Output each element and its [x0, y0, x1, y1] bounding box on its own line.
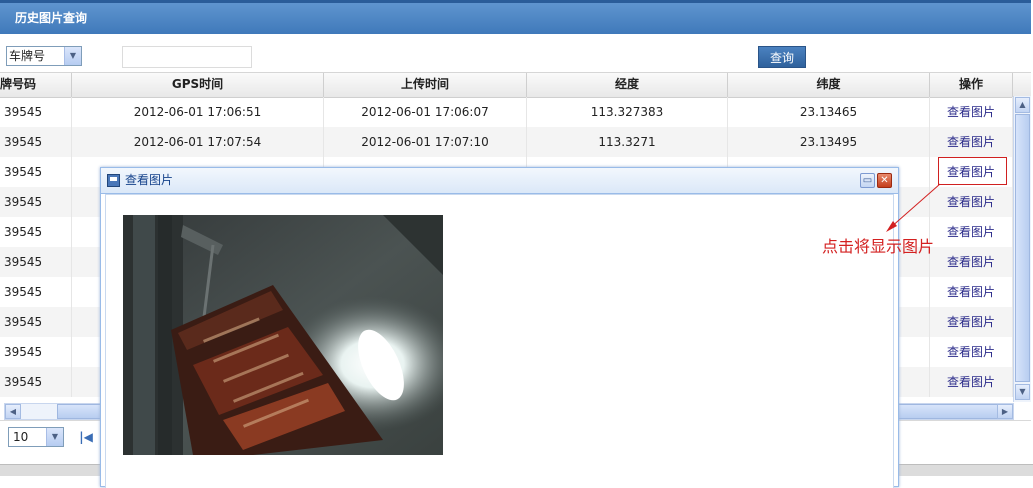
page-size-select[interactable]: 10 ▼: [8, 427, 64, 447]
view-image-link[interactable]: 查看图片: [930, 367, 1013, 397]
toolbar: 车牌号 ▼ 查询: [0, 34, 1031, 72]
cell-plate: 39545: [0, 97, 72, 127]
cell-plate: 39545: [0, 127, 72, 157]
col-header-latitude[interactable]: 纬度: [728, 73, 930, 97]
cell-plate: 39545: [0, 337, 72, 367]
panel-header: 历史图片查询: [0, 0, 1031, 34]
close-icon[interactable]: ✕: [877, 173, 892, 188]
cell-plate: 39545: [0, 307, 72, 337]
cell-latitude: 23.13495: [728, 127, 930, 157]
view-image-link[interactable]: 查看图片: [930, 127, 1013, 157]
scroll-left-icon[interactable]: ◀: [5, 404, 21, 419]
floppy-disk-icon: [107, 174, 120, 187]
cell-upload-time: 2012-06-01 17:06:07: [324, 97, 527, 127]
page-size-value: 10: [13, 430, 29, 444]
first-page-icon[interactable]: |◀: [78, 428, 94, 446]
field-select-value: 车牌号: [9, 49, 46, 63]
view-image-dialog: 查看图片 ▭ ✕: [100, 167, 899, 488]
col-header-upload-time[interactable]: 上传时间: [324, 73, 527, 97]
search-input[interactable]: [122, 46, 252, 68]
view-image-link[interactable]: 查看图片: [930, 247, 1013, 277]
col-header-longitude[interactable]: 经度: [527, 73, 728, 97]
view-image-link[interactable]: 查看图片: [930, 187, 1013, 217]
cell-plate: 39545: [0, 277, 72, 307]
view-image-link[interactable]: 查看图片: [930, 277, 1013, 307]
query-button[interactable]: 查询: [758, 46, 806, 68]
cell-gps-time: 2012-06-01 17:06:51: [72, 97, 324, 127]
cell-longitude: 113.3271: [527, 127, 728, 157]
col-header-plate[interactable]: 车牌号码: [0, 73, 72, 97]
view-image-link[interactable]: 查看图片: [930, 307, 1013, 337]
view-image-link[interactable]: 查看图片: [930, 97, 1013, 127]
cell-longitude: 113.327383: [527, 97, 728, 127]
annotation-text: 点击将显示图片: [822, 237, 935, 256]
col-header-action[interactable]: 操作: [930, 73, 1013, 97]
cell-upload-time: 2012-06-01 17:07:10: [324, 127, 527, 157]
view-image-link[interactable]: 查看图片: [930, 337, 1013, 367]
dialog-header[interactable]: 查看图片 ▭ ✕: [101, 168, 898, 194]
cell-latitude: 23.13465: [728, 97, 930, 127]
col-header-gps-time[interactable]: GPS时间: [72, 73, 324, 97]
highlight-box: [938, 157, 1007, 185]
chevron-down-icon[interactable]: ▼: [46, 428, 63, 446]
minimize-icon[interactable]: ▭: [860, 173, 875, 188]
cell-plate: 39545: [0, 157, 72, 187]
cell-plate: 39545: [0, 187, 72, 217]
grid-header: 车牌号码 GPS时间 上传时间 经度 纬度 操作: [0, 72, 1031, 98]
cell-plate: 39545: [0, 247, 72, 277]
scroll-right-icon[interactable]: ▶: [997, 404, 1013, 419]
cell-plate: 39545: [0, 217, 72, 247]
table-row[interactable]: 39545 2012-06-01 17:06:51 2012-06-01 17:06…: [0, 97, 1013, 127]
dialog-body: [105, 194, 894, 488]
panel-title: 历史图片查询: [15, 11, 88, 25]
dialog-title: 查看图片: [125, 173, 174, 187]
cell-gps-time: 2012-06-01 17:07:54: [72, 127, 324, 157]
vertical-scrollbar[interactable]: ▲ ▼: [1013, 96, 1031, 402]
cell-plate: 39545: [0, 367, 72, 397]
view-image-link[interactable]: 查看图片: [930, 217, 1013, 247]
table-row[interactable]: 39545 2012-06-01 17:07:54 2012-06-01 17:07…: [0, 127, 1013, 157]
field-select[interactable]: 车牌号 ▼: [6, 46, 82, 66]
vertical-scroll-thumb[interactable]: [1015, 114, 1030, 382]
chevron-down-icon[interactable]: ▼: [64, 47, 81, 65]
scroll-down-icon[interactable]: ▼: [1015, 384, 1030, 400]
camera-photo: [123, 215, 443, 455]
scroll-up-icon[interactable]: ▲: [1015, 97, 1030, 113]
